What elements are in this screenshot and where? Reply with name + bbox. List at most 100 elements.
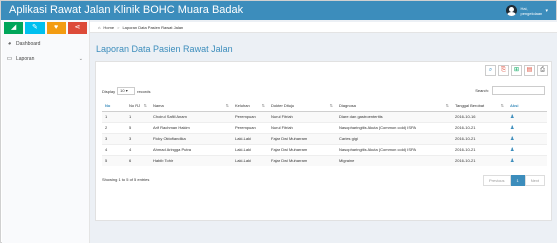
cell-aksi: ♟: [507, 121, 547, 133]
cell-dokter: Nurul Fitriah: [268, 121, 336, 133]
column-label: Dokter Dituju: [271, 102, 295, 108]
quick-buttons: ◢ ✎ ♥ ⋖: [2, 20, 89, 36]
table-row[interactable]: 1 1 Choirul Safiil Anam Perempuan Nurul …: [102, 110, 547, 122]
sidebar-item-label: Laporan: [16, 55, 35, 62]
column-header-dokter[interactable]: Dokter Dituju ⇅: [268, 100, 336, 112]
home-icon: ⌂: [98, 24, 101, 30]
chevron-down-icon: ⌄: [78, 55, 83, 62]
share-icon[interactable]: ⋖: [67, 22, 87, 34]
user-icon[interactable]: ♟: [510, 136, 514, 142]
column-label: Nama: [153, 102, 164, 108]
print-icon[interactable]: ⎙: [537, 65, 548, 76]
user-icon[interactable]: ♟: [510, 114, 514, 120]
sidebar-item-dashboard[interactable]: ◕ Dashboard: [2, 36, 89, 51]
table-search: Search:: [475, 86, 545, 95]
cell-no-rj: 6: [126, 154, 150, 166]
display-label: Display: [102, 88, 116, 94]
cell-no-rj: 3: [126, 132, 150, 144]
column-header-tanggal[interactable]: Tanggal Berobat ⇅: [452, 100, 507, 112]
cell-no-rj: 5: [126, 121, 150, 133]
heart-icon[interactable]: ♥: [46, 22, 66, 34]
user-icon[interactable]: ♟: [510, 158, 514, 164]
cell-keluhan: Perempuan: [232, 110, 268, 122]
search-label: Search:: [475, 88, 489, 93]
sidebar-item-laporan[interactable]: ▭ Laporan ⌄: [2, 51, 89, 66]
app-window: Aplikasi Rawat Jalan Klinik BOHC Muara B…: [0, 0, 557, 243]
laptop-icon: ▭: [6, 56, 13, 62]
cell-nama: Ahmad Aringga Putra: [150, 143, 232, 155]
breadcrumb-home[interactable]: Home: [103, 25, 114, 30]
cell-tanggal: 2016-10-21: [452, 121, 507, 133]
search-input[interactable]: [492, 86, 545, 95]
pencil-icon[interactable]: ✎: [25, 22, 45, 34]
cell-no: 2: [102, 121, 126, 133]
column-header-nama[interactable]: Nama ⇅: [150, 100, 232, 112]
cell-dokter: Fajar Dwi Muharram: [268, 143, 336, 155]
cell-no-rj: 1: [126, 110, 150, 122]
cell-keluhan: Laki-Laki: [232, 132, 268, 144]
table-row[interactable]: 5 6 Habib Tohir Laki-Laki Fajar Dwi Muha…: [102, 154, 547, 166]
sort-icon: ⇅: [261, 103, 265, 108]
cell-dokter: Nurul Fitriah: [268, 110, 336, 122]
table-row[interactable]: 2 5 Arif Rachman Hakim Perempuan Nurul F…: [102, 121, 547, 133]
page-length-value: 10: [120, 88, 125, 93]
user-menu[interactable]: Hai, pengelolaan ▾: [506, 2, 548, 19]
page-length-select[interactable]: 10 ▾: [117, 87, 136, 95]
pagination: Previous 1 Next: [482, 175, 545, 186]
report-box: ⌕ ⎘ ⊞ ▤ ⎙ Display 10 ▾ records Search: N…: [95, 61, 552, 221]
previous-button[interactable]: Previous: [482, 175, 511, 186]
cell-dokter: Fajar Dwi Muharram: [268, 132, 336, 144]
sidebar-item-label: Dashboard: [16, 40, 41, 47]
sort-icon: ⇅: [143, 103, 147, 108]
breadcrumb-separator: >: [117, 24, 120, 30]
avatar: [506, 5, 518, 16]
cell-keluhan: Laki-Laki: [232, 154, 268, 166]
column-header-diagnosa[interactable]: Diagnosa ⇅: [336, 100, 452, 112]
user-name: Hai, pengelolaan: [520, 5, 543, 16]
breadcrumb: ⌂ Home > Laporan Data Pasien Rawat Jalan: [90, 22, 557, 33]
column-header-aksi[interactable]: Aksi: [507, 100, 547, 112]
chart-icon[interactable]: ◢: [4, 22, 24, 34]
sort-icon: ⇅: [500, 103, 504, 108]
search-icon[interactable]: ⌕: [485, 65, 496, 76]
dashboard-icon: ◕: [7, 40, 12, 47]
cell-nama: Ficky Oktofiandika: [150, 132, 232, 144]
column-header-no-rj[interactable]: No RJ ⇅: [126, 100, 150, 112]
excel-icon[interactable]: ⊞: [511, 65, 522, 76]
user-icon[interactable]: ♟: [510, 147, 514, 153]
breadcrumb-current: Laporan Data Pasien Rawat Jalan: [122, 24, 184, 30]
pdf-icon[interactable]: ▤: [524, 65, 535, 76]
export-toolbar: ⌕ ⎘ ⊞ ▤ ⎙: [485, 65, 548, 76]
sort-icon: ⇅: [225, 103, 229, 108]
column-header-keluhan[interactable]: Keluhan ⇅: [232, 100, 268, 112]
column-label: No: [105, 102, 111, 108]
cell-diagnosa: Nasopharingitis Akuta (Common cold) ISPA: [336, 143, 452, 155]
cell-nama: Arif Rachman Hakim: [150, 121, 232, 133]
app-title: Aplikasi Rawat Jalan Klinik BOHC Muara B…: [9, 4, 244, 16]
cell-keluhan: Perempuan: [232, 121, 268, 133]
caret-down-icon: ▾: [545, 7, 548, 14]
table-row[interactable]: 4 4 Ahmad Aringga Putra Laki-Laki Fajar …: [102, 143, 547, 155]
cell-no: 4: [102, 143, 126, 155]
cell-tanggal: 2016-10-16: [452, 110, 507, 122]
cell-tanggal: 2016-10-21: [452, 154, 507, 166]
column-label: Diagnosa: [339, 102, 356, 108]
page-length-control: Display 10 ▾ records: [102, 87, 150, 95]
next-button[interactable]: Next: [524, 175, 545, 186]
table-row[interactable]: 3 3 Ficky Oktofiandika Laki-Laki Fajar D…: [102, 132, 547, 144]
patient-table: No No RJ ⇅ Nama ⇅ Keluhan ⇅ Dokter Dituju ⇅ …: [102, 100, 547, 166]
cell-no: 1: [102, 110, 126, 122]
cell-aksi: ♟: [507, 143, 547, 155]
user-icon[interactable]: ♟: [510, 125, 514, 131]
cell-tanggal: 2016-10-21: [452, 132, 507, 144]
cell-dokter: Fajar Dwi Muharram: [268, 154, 336, 166]
cell-tanggal: 2016-10-21: [452, 143, 507, 155]
cell-keluhan: Laki-Laki: [232, 143, 268, 155]
cell-nama: Choirul Safiil Anam: [150, 110, 232, 122]
sidebar: ◢ ✎ ♥ ⋖ ◕ Dashboard ▭ Laporan ⌄: [2, 20, 90, 243]
copy-icon[interactable]: ⎘: [498, 65, 509, 76]
page-1-button[interactable]: 1: [510, 175, 525, 186]
column-label: No RJ: [129, 102, 141, 108]
column-header-no[interactable]: No: [102, 100, 126, 112]
sort-icon: ⇅: [329, 103, 333, 108]
